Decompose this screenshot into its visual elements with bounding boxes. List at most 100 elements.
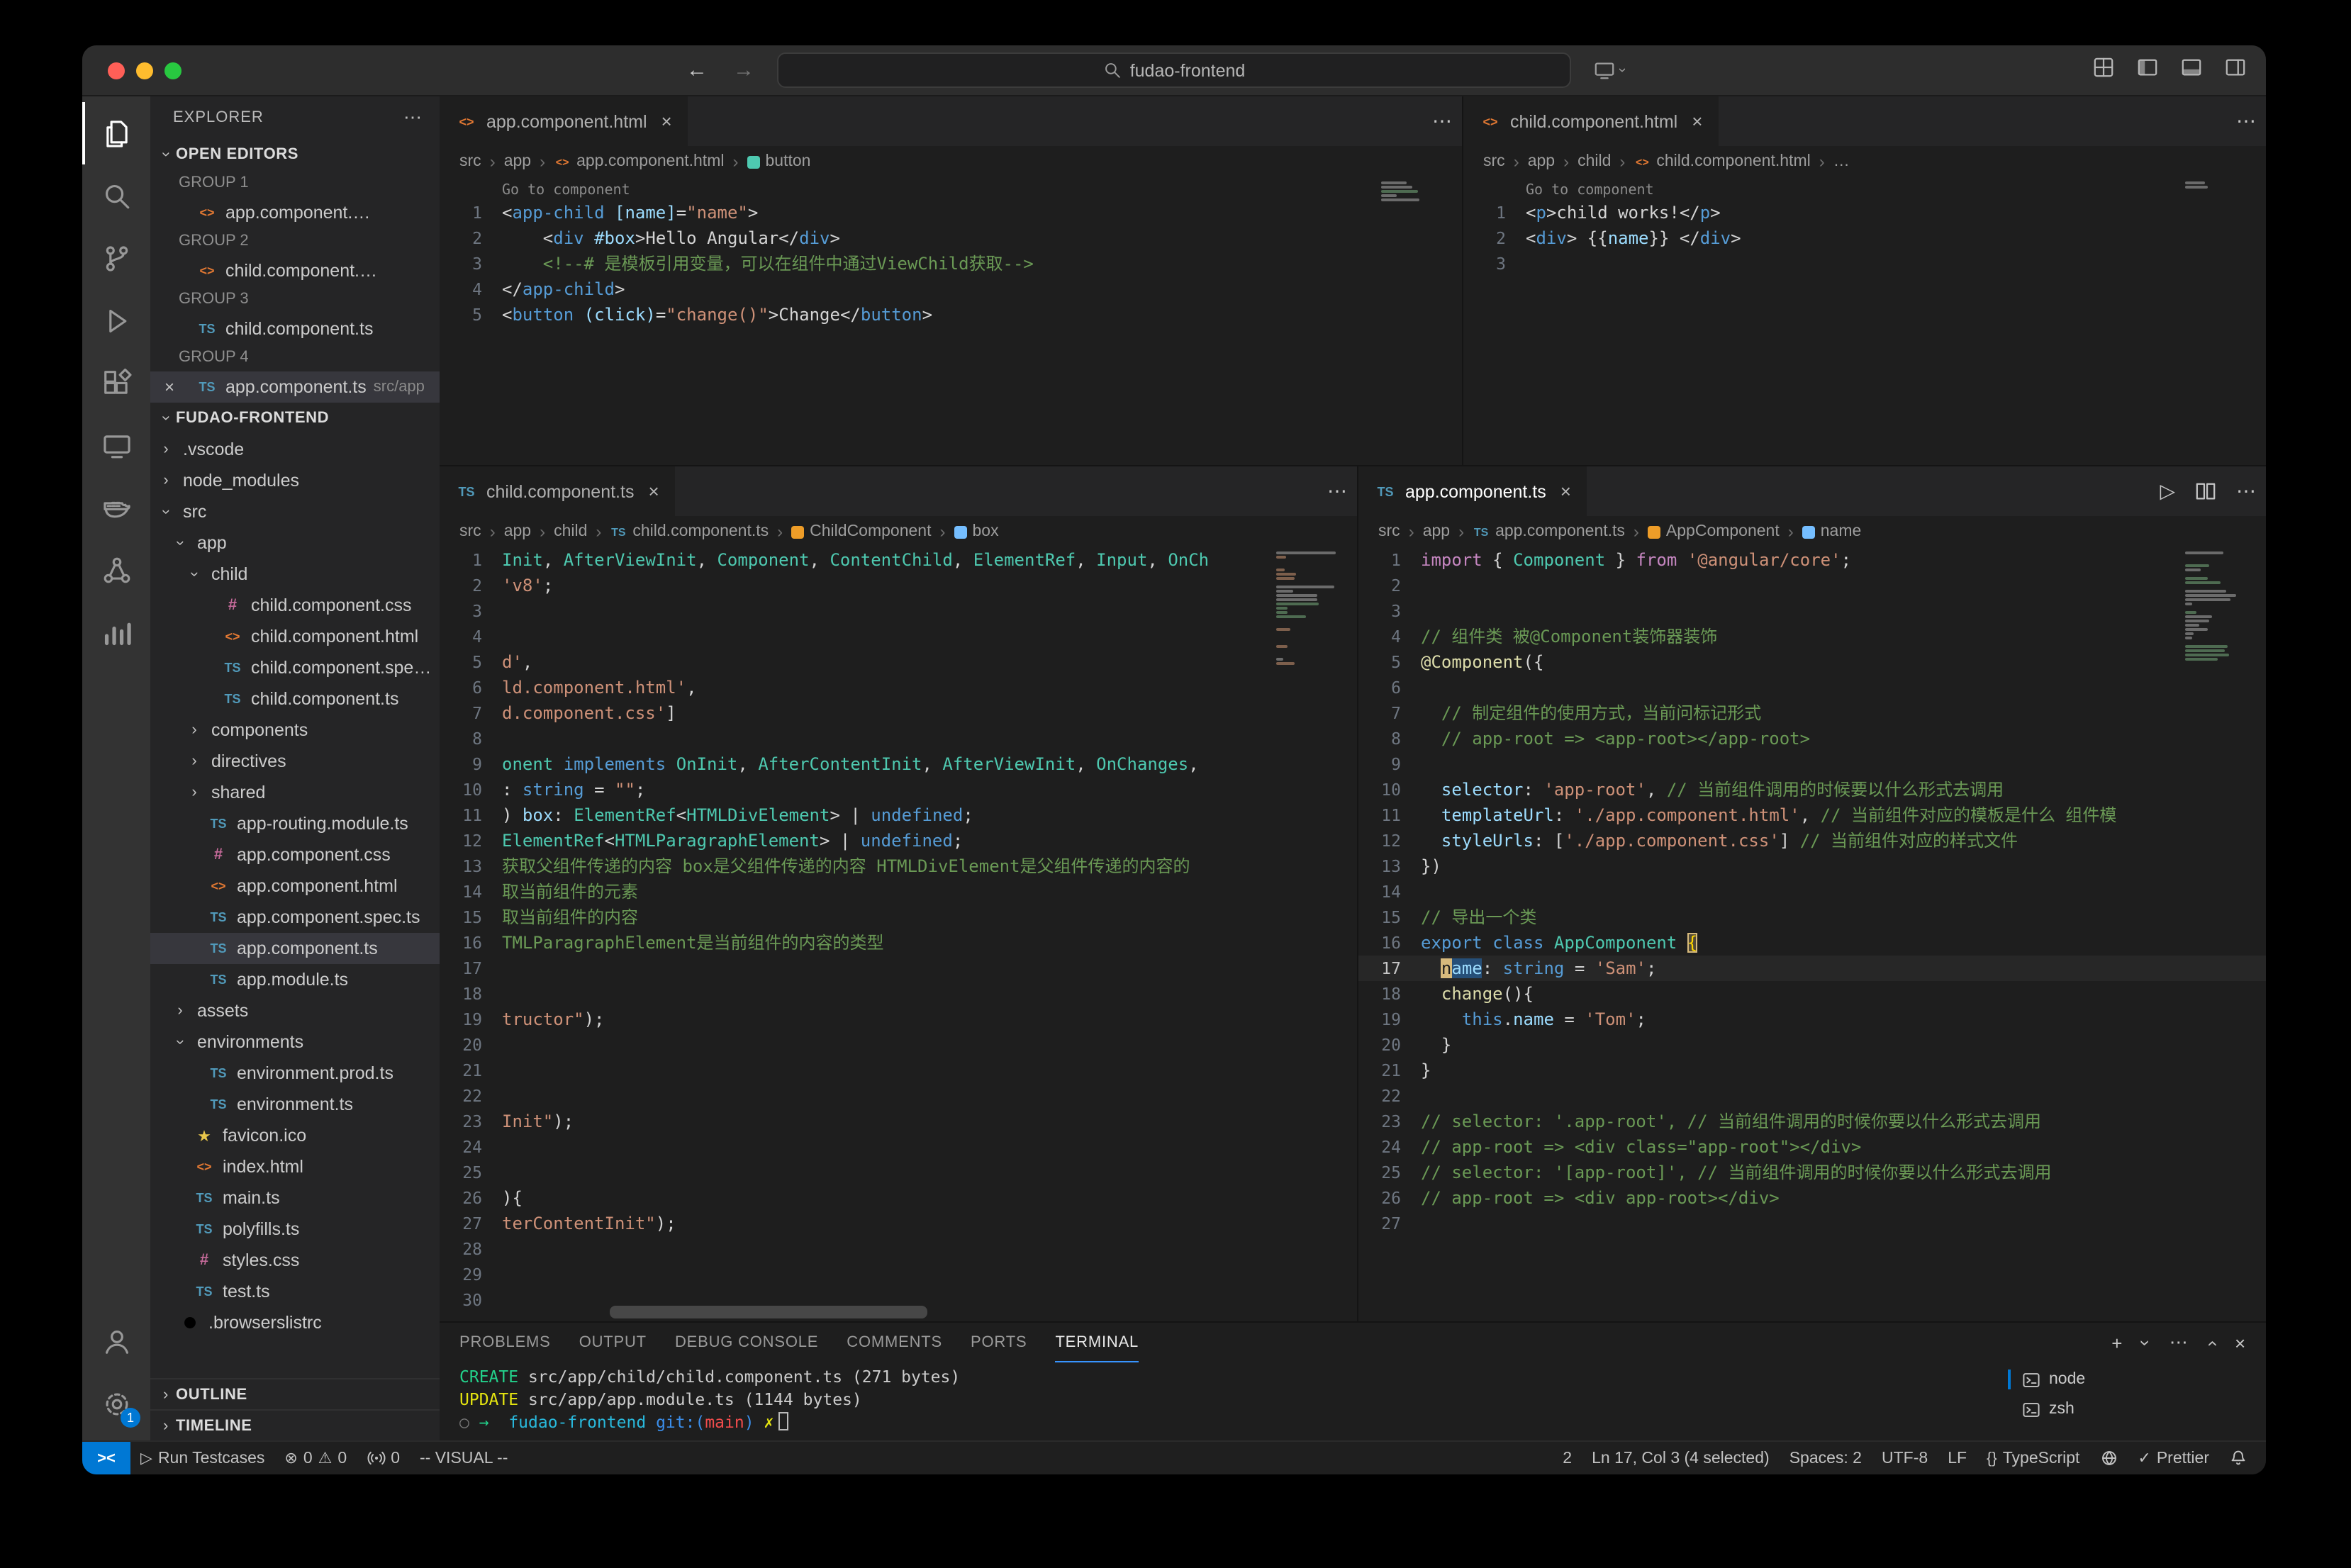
tree-folder[interactable]: › components (150, 715, 440, 746)
breadcrumb-item[interactable]: name (1802, 523, 1861, 540)
line-number[interactable]: 18 (1358, 981, 1421, 1007)
sidebar-section-outline[interactable]: › OUTLINE (150, 1378, 440, 1409)
code-text[interactable]: // 导出一个类 (1421, 905, 1536, 930)
close-icon[interactable]: × (1560, 481, 1571, 502)
activity-extensions[interactable] (82, 352, 150, 414)
breadcrumb-item[interactable]: app (1423, 523, 1450, 540)
line-number[interactable]: 28 (440, 1236, 502, 1262)
code-text[interactable]: terContentInit"); (502, 1211, 676, 1236)
editor-action-split[interactable] (2185, 466, 2226, 516)
close-window-button[interactable] (108, 62, 125, 79)
tree-file[interactable]: TS child.component.ts (150, 683, 440, 715)
line-number[interactable]: 13 (440, 853, 502, 879)
code-text[interactable]: Init"); (502, 1109, 574, 1134)
line-number[interactable]: 25 (1358, 1160, 1421, 1185)
code-text[interactable]: d.component.css'] (502, 700, 676, 726)
command-center-search[interactable]: fudao-frontend (777, 52, 1571, 88)
line-number[interactable]: 1 (1358, 547, 1421, 573)
minimap[interactable] (1272, 547, 1357, 682)
close-icon[interactable]: × (648, 481, 659, 502)
breadcrumb-item[interactable]: <> child.component.html (1634, 153, 1811, 170)
activity-metrics[interactable] (82, 601, 150, 663)
tree-file[interactable]: TS test.ts (150, 1276, 440, 1307)
tree-folder[interactable]: › src (150, 496, 440, 527)
tree-file[interactable]: TS environment.ts (150, 1089, 440, 1120)
code-text[interactable]: selector: 'app-root', // 当前组件调用的时候要以什么形式… (1421, 777, 2004, 802)
editor-action-more[interactable]: ⋯ (1422, 96, 1462, 146)
tree-file[interactable]: TS polyfills.ts (150, 1214, 440, 1245)
minimap[interactable] (2181, 547, 2266, 669)
code-text[interactable]: onent implements OnInit, AfterContentIni… (502, 751, 1199, 777)
editor-action-more[interactable]: ⋯ (2226, 96, 2266, 146)
terminal-session-node[interactable]: node (2008, 1365, 2257, 1394)
tree-folder[interactable]: › app (150, 527, 440, 559)
forward-icon[interactable]: → (733, 58, 754, 82)
line-number[interactable]: 19 (1358, 1007, 1421, 1032)
line-number[interactable]: 27 (1358, 1211, 1421, 1236)
tab-app.component.ts[interactable]: TS app.component.ts × (1358, 466, 1588, 516)
line-number[interactable]: 3 (440, 251, 502, 276)
code-text[interactable]: name: string = 'Sam'; (1421, 956, 1656, 981)
minimize-window-button[interactable] (136, 62, 153, 79)
sidebar-section-timeline[interactable]: › TIMELINE (150, 1409, 440, 1440)
code-text[interactable]: <button (click)="change()">Change</butto… (502, 302, 932, 327)
toggle-sidebar-icon[interactable] (2137, 56, 2158, 84)
code-text[interactable]: change(){ (1421, 981, 1534, 1007)
line-number[interactable]: 4 (440, 276, 502, 302)
line-number[interactable]: 2 (1463, 225, 1526, 251)
line-number[interactable]: 4 (440, 624, 502, 649)
editor-action-more[interactable]: ⋯ (2226, 466, 2266, 516)
activity-source-control[interactable] (82, 227, 150, 289)
open-editor-item[interactable]: <> child.component.html (150, 255, 440, 286)
tree-file[interactable]: <> index.html (150, 1151, 440, 1182)
close-icon[interactable]: × (661, 111, 672, 132)
status-notifications[interactable] (2219, 1442, 2257, 1474)
status-prettier[interactable]: ✓ Prettier (2128, 1442, 2219, 1474)
line-number[interactable]: 8 (1358, 726, 1421, 751)
code-text[interactable]: templateUrl: './app.component.html', // … (1421, 802, 2117, 828)
tab-child.component.ts[interactable]: TS child.component.ts × (440, 466, 676, 516)
status-language[interactable]: {} TypeScript (1977, 1442, 2089, 1474)
line-number[interactable]: 17 (1358, 956, 1421, 981)
close-icon[interactable]: × (1692, 111, 1702, 132)
status-sync[interactable] (2089, 1442, 2128, 1474)
activity-search[interactable] (82, 164, 150, 227)
panel-tab-ports[interactable]: PORTS (971, 1323, 1027, 1362)
tree-folder[interactable]: › assets (150, 995, 440, 1026)
line-number[interactable]: 19 (440, 1007, 502, 1032)
line-number[interactable] (440, 177, 502, 200)
line-number[interactable]: 22 (440, 1083, 502, 1109)
code-text[interactable]: ElementRef<HTMLParagraphElement> | undef… (502, 828, 963, 853)
breadcrumb-item[interactable]: src (459, 153, 481, 170)
code-text[interactable]: Go to component (502, 177, 630, 200)
line-number[interactable]: 3 (1463, 251, 1526, 276)
code-text[interactable]: 获取父组件传递的内容 box是父组件传递的内容 HTMLDivElement是父… (502, 853, 1190, 879)
breadcrumb-item[interactable]: ChildComponent (791, 523, 932, 540)
line-number[interactable]: 3 (440, 598, 502, 624)
breadcrumb-item[interactable]: button (747, 153, 810, 170)
status-ports[interactable]: 0 (357, 1442, 410, 1474)
breadcrumb-item[interactable]: src (459, 523, 481, 540)
code-text[interactable]: d', (502, 649, 532, 675)
tree-file[interactable]: TS child.component.spec.ts (150, 652, 440, 683)
breadcrumb-item[interactable]: app (504, 523, 531, 540)
panel-tab-debug-console[interactable]: DEBUG CONSOLE (675, 1323, 818, 1362)
code-text[interactable]: } (1421, 1032, 1452, 1058)
code-text[interactable]: Go to component (1526, 177, 1654, 200)
zoom-window-button[interactable] (164, 62, 182, 79)
activity-explorer[interactable] (82, 102, 150, 164)
line-number[interactable]: 16 (440, 930, 502, 956)
line-number[interactable]: 30 (440, 1287, 502, 1313)
line-number[interactable]: 2 (1358, 573, 1421, 598)
line-number[interactable]: 22 (1358, 1083, 1421, 1109)
breadcrumb-item[interactable]: app (504, 153, 531, 170)
line-number[interactable]: 21 (1358, 1058, 1421, 1083)
code-text[interactable]: // selector: '[app-root]', // 当前组件调用的时候你… (1421, 1160, 2052, 1185)
code-text[interactable]: <!--# 是模板引用变量，可以在组件中通过ViewChild获取--> (502, 251, 1034, 276)
line-number[interactable]: 7 (1358, 700, 1421, 726)
tree-file[interactable]: TS app.component.ts (150, 933, 440, 964)
tree-file[interactable]: TS app.module.ts (150, 964, 440, 995)
tab-app.component.html[interactable]: <> app.component.html × (440, 96, 689, 146)
close-panel-icon[interactable]: × (2235, 1332, 2246, 1353)
line-number[interactable]: 7 (440, 700, 502, 726)
